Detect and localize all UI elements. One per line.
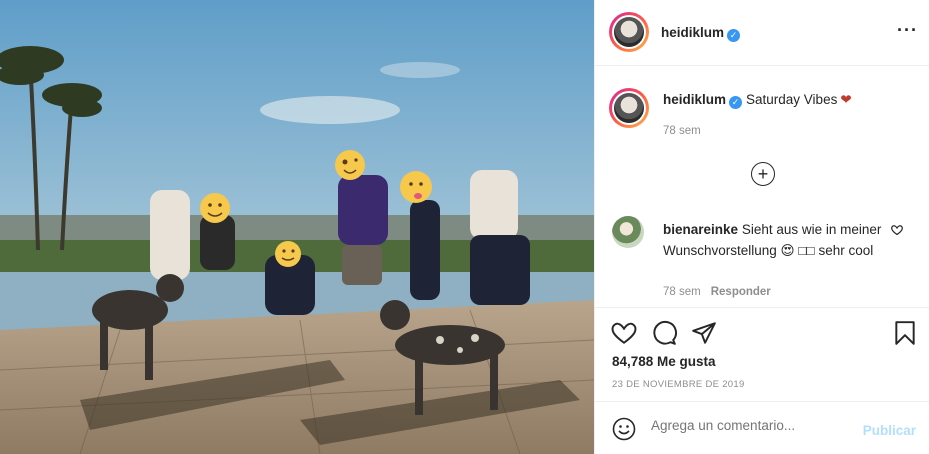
post-actions: 84,788 Me gusta 23 DE NOVIEMBRE DE 2019 (595, 307, 929, 401)
emoji-picker-icon[interactable] (612, 417, 636, 441)
more-options-icon[interactable]: ··· (897, 21, 918, 39)
bookmark-icon[interactable] (892, 320, 918, 346)
commenter-avatar[interactable] (612, 216, 644, 248)
post-header: heidiklum ✓ ··· (595, 0, 929, 66)
comment-like-heart-icon[interactable] (891, 224, 903, 239)
publish-button[interactable]: Publicar (863, 423, 916, 438)
comment-meta: 78 sem Responder (663, 286, 771, 298)
plus-circle-icon[interactable]: + (751, 162, 775, 186)
commenter-username[interactable]: bienareinke (663, 222, 738, 237)
author-username[interactable]: heidiklum (661, 25, 724, 40)
photo-illustration (0, 0, 594, 454)
reply-button[interactable]: Responder (711, 286, 771, 298)
verified-badge-icon: ✓ (727, 29, 741, 42)
comment-icon[interactable] (651, 320, 677, 346)
post-date: 23 DE NOVIEMBRE DE 2019 (612, 379, 745, 390)
add-comment-bar: Publicar (595, 401, 929, 454)
verified-badge-icon: ✓ (729, 96, 743, 109)
caption-timestamp[interactable]: 78 sem (663, 125, 701, 137)
comment-timestamp[interactable]: 78 sem (663, 286, 701, 298)
author-avatar[interactable] (609, 12, 649, 52)
caption-avatar-image (614, 93, 644, 123)
comment-text-block: bienareinke Sieht aus wie in meiner Wuns… (663, 219, 883, 261)
likes-count[interactable]: 84,788 Me gusta (612, 354, 716, 369)
comment-input[interactable] (651, 418, 851, 433)
share-icon[interactable] (691, 320, 717, 346)
caption-username[interactable]: heidiklum (663, 92, 726, 107)
caption-author-avatar[interactable] (609, 88, 649, 128)
author-avatar-image (614, 17, 644, 47)
post-side-panel: heidiklum ✓ ··· heidiklum ✓ Saturday Vibes ❤… (594, 0, 929, 454)
post-photo[interactable] (0, 0, 594, 454)
caption-body: Saturday Vibes (746, 92, 838, 107)
red-heart-emoji: ❤ (840, 92, 852, 107)
caption-text: heidiklum ✓ Saturday Vibes ❤ (663, 92, 852, 109)
heart-icon[interactable] (611, 320, 637, 346)
